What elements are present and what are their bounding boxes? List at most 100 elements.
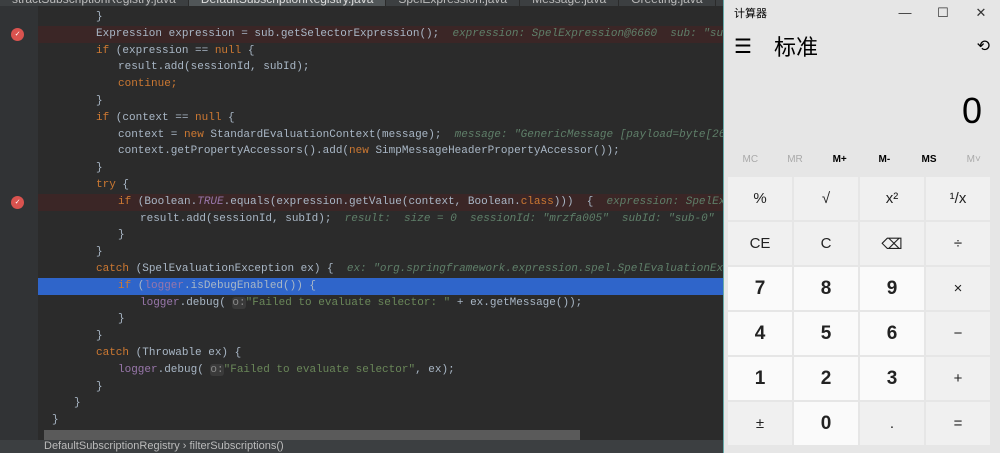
key-6[interactable]: 6 <box>860 312 924 355</box>
breakpoint-icon[interactable]: ✓ <box>11 195 24 209</box>
key-clear-entry[interactable]: CE <box>728 222 792 265</box>
key-square[interactable]: x² <box>860 177 924 220</box>
editor-gutter[interactable] <box>0 6 38 440</box>
code-token: .debug( <box>157 363 211 376</box>
key-percent[interactable]: % <box>728 177 792 220</box>
keypad: % √ x² ¹/x CE C ⌫ ÷ 7 8 9 × 4 5 6− 1 2 3 + ±0. = <box>728 177 990 445</box>
key-9[interactable]: 9 <box>860 267 924 310</box>
code-token: catch <box>96 262 130 275</box>
code-line[interactable]: if (expression == null { <box>38 43 725 60</box>
code-line[interactable]: result.add(sessionId, subId); result: si… <box>38 211 725 228</box>
code-token: logger <box>118 363 158 376</box>
code-line[interactable]: ✓ if (Boolean.TRUE.equals(expression.getV… <box>11 193 791 211</box>
key-equals[interactable]: = <box>926 402 990 445</box>
key-negate[interactable]: ± <box>728 402 792 445</box>
code-token: } <box>96 246 103 259</box>
key-2[interactable]: 2 <box>794 357 858 400</box>
code-token: "Failed to evaluate selector: " <box>245 296 451 309</box>
code-line[interactable]: logger.debug( o:"Failed to evaluate sele… <box>38 295 725 312</box>
key-backspace[interactable]: ⌫ <box>860 222 924 265</box>
menu-icon[interactable]: ☰ <box>734 34 774 59</box>
code-token: "Failed to evaluate selector" <box>223 363 416 376</box>
memory-button-m[interactable]: M˅ <box>951 154 996 165</box>
code-token: catch <box>96 346 130 359</box>
code-token: (Throwable ex) { <box>129 346 242 359</box>
key-sqrt[interactable]: √ <box>794 177 858 220</box>
code-line[interactable]: context = new StandardEvaluationContext(… <box>38 127 791 144</box>
code-token: logger <box>144 279 185 292</box>
code-token: result.add(sessionId, subId); <box>118 61 310 74</box>
breakpoint-icon[interactable]: ✓ <box>11 27 24 41</box>
memory-button-ms[interactable]: MS <box>907 154 952 165</box>
memory-button-mr[interactable]: MR <box>773 154 818 165</box>
memory-button-m[interactable]: M+ <box>817 154 862 165</box>
key-8[interactable]: 8 <box>794 267 858 310</box>
code-line[interactable]: } <box>38 379 725 396</box>
code-token: if <box>96 44 110 57</box>
memory-button-m[interactable]: M- <box>862 154 907 165</box>
code-line[interactable]: } <box>38 412 725 429</box>
code-line[interactable]: } <box>38 160 725 177</box>
code-line[interactable]: catch (SpelEvaluationException ex) { ex:… <box>38 261 789 278</box>
tab[interactable]: Greeting.java <box>619 0 716 6</box>
code-line[interactable]: } <box>38 227 725 244</box>
key-subtract[interactable]: − <box>926 312 990 355</box>
window-title: 计算器 <box>734 7 767 20</box>
code-line[interactable]: try { <box>38 177 725 194</box>
key-5[interactable]: 5 <box>794 312 858 355</box>
key-1[interactable]: 1 <box>728 357 792 400</box>
code-token: context = <box>118 128 185 141</box>
code-line[interactable]: if (logger.isDebugEnabled()) { <box>38 277 725 295</box>
key-7[interactable]: 7 <box>728 267 792 310</box>
code-line[interactable]: context.getPropertyAccessors().add(new S… <box>38 143 725 160</box>
code-token: context.getPropertyAccessors().add( <box>118 145 350 158</box>
key-add[interactable]: + <box>926 357 990 400</box>
code-line[interactable]: if (context == null { <box>38 110 725 127</box>
code-line[interactable]: continue; <box>38 76 725 93</box>
code-line[interactable]: } <box>38 328 725 345</box>
tab[interactable]: DefaultSubscriptionRegistry.java <box>188 0 387 6</box>
code-token: .debug( <box>179 296 233 309</box>
code-line[interactable]: ✓ Expression expression = sub.getSelector… <box>11 25 789 43</box>
code-line[interactable]: result.add(sessionId, subId); <box>38 59 725 76</box>
code-token: o: <box>210 363 224 376</box>
memory-row: MC MR M+ M- MS M˅ <box>728 154 996 165</box>
key-divide[interactable]: ÷ <box>926 222 990 265</box>
key-0[interactable]: 0 <box>794 402 858 445</box>
key-multiply[interactable]: × <box>926 267 990 310</box>
code-editor[interactable]: } ✓ Expression expression = sub.getSelecto… <box>11 9 791 446</box>
code-line[interactable]: catch (Throwable ex) { <box>38 345 725 362</box>
code-token: if <box>118 195 132 208</box>
minimize-button[interactable]: — <box>886 5 924 20</box>
close-button[interactable]: ✕ <box>962 5 1000 21</box>
code-token: (expression == <box>109 44 215 57</box>
code-token: null <box>195 111 222 124</box>
key-3[interactable]: 3 <box>860 357 924 400</box>
code-line[interactable]: } <box>38 311 725 328</box>
tab[interactable]: Message.java <box>520 0 620 6</box>
editor-tabs: stractSubscriptionRegistry.javaDefaultSu… <box>0 0 725 6</box>
key-clear[interactable]: C <box>794 222 858 265</box>
code-line[interactable]: } <box>38 93 725 110</box>
code-line[interactable]: } <box>38 395 725 412</box>
code-token: if <box>96 111 110 124</box>
code-token: { <box>221 111 235 124</box>
key-decimal[interactable]: . <box>860 402 924 445</box>
key-reciprocal[interactable]: ¹/x <box>926 177 990 220</box>
maximize-button[interactable]: ☐ <box>924 5 962 21</box>
code-token: continue; <box>118 78 178 91</box>
tab[interactable]: SpelExpression.java <box>386 0 521 6</box>
code-token: TRUE <box>197 195 224 208</box>
code-token: } <box>96 94 103 107</box>
code-line[interactable]: } <box>38 9 725 26</box>
code-token: } <box>96 330 103 343</box>
history-icon[interactable]: ⟲ <box>977 36 990 56</box>
code-line[interactable]: } <box>38 244 725 261</box>
code-token: , ex); <box>415 363 455 376</box>
code-token: } <box>118 313 125 326</box>
memory-button-mc[interactable]: MC <box>728 154 773 165</box>
code-line[interactable]: logger.debug( o:"Failed to evaluate sele… <box>38 362 725 379</box>
code-token: result.add(sessionId, subId); <box>140 212 345 225</box>
key-4[interactable]: 4 <box>728 312 792 355</box>
code-token: class <box>520 195 554 208</box>
